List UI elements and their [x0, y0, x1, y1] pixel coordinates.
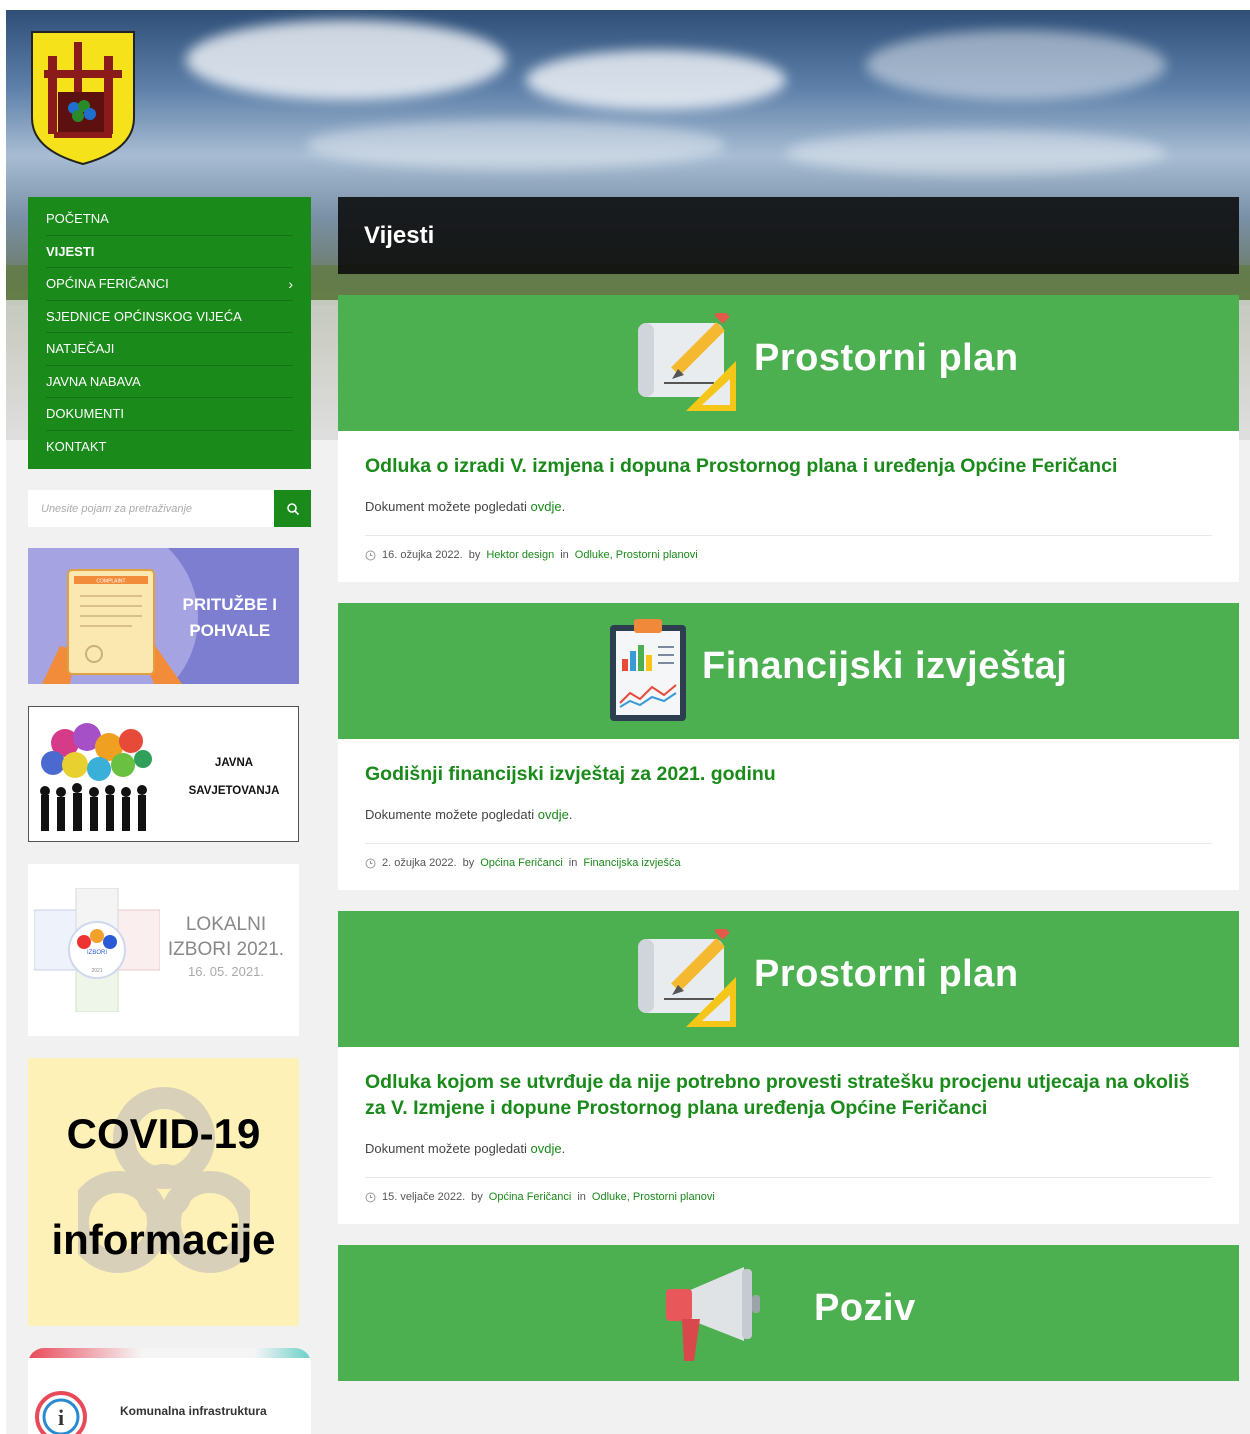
post-featured-image[interactable]: Poziv	[338, 1245, 1239, 1381]
nav-item-pocetna[interactable]: POČETNA	[46, 203, 293, 236]
post-excerpt: Dokument možete pogledati ovdje.	[365, 1141, 566, 1156]
banner-lokalni-line1: LOKALNI	[185, 914, 267, 935]
banner-lokalni-izbori[interactable]: IZBORI 2021 LOKALNI IZBORI 2021. 16. 05.…	[28, 864, 299, 1036]
post-featured-image[interactable]: Prostorni plan	[338, 295, 1239, 431]
post-categories-link[interactable]: Odluke, Prostorni planovi	[592, 1191, 715, 1203]
banner-prituzbe-pohvale[interactable]: COMPLAINT PRITUŽBE I POHVALE	[28, 548, 299, 684]
main-navigation: POČETNA VIJESTI OPĆINA FERIČANCI › SJEDNI…	[28, 197, 311, 469]
banner-prituzbe-line1: PRITUŽBE I	[182, 595, 277, 614]
post-author-link[interactable]: Hektor design	[486, 549, 554, 561]
blueprint-icon	[638, 929, 736, 1027]
clock-icon	[365, 550, 376, 560]
people-speech-bubbles-icon	[40, 723, 152, 831]
post-date: 16. ožujka 2022.	[382, 549, 463, 561]
post-excerpt: Dokument možete pogledati ovdje.	[365, 499, 566, 514]
banner-covid-line2: informacije	[51, 1216, 276, 1263]
post-meta: 15. veljače 2022. by Općina Feričanci in…	[365, 1177, 1212, 1224]
nav-item-javna-nabava[interactable]: JAVNA NABAVA	[46, 366, 293, 398]
clock-icon	[365, 858, 376, 868]
post: Poziv	[338, 1245, 1239, 1381]
post-image-label: Prostorni plan	[754, 337, 1019, 379]
post-document-link[interactable]: ovdje	[531, 1141, 562, 1156]
banner-komunalna-label: Komunalna infrastruktura	[120, 1404, 267, 1418]
post-featured-image[interactable]: Financijski izvještaj	[338, 603, 1239, 739]
nav-item-dokumenti[interactable]: DOKUMENTI	[46, 398, 293, 431]
svg-text:COMPLAINT: COMPLAINT	[96, 579, 125, 585]
post-meta: 2. ožujka 2022. by Općina Feričanci in F…	[365, 843, 1212, 890]
post-date: 15. veljače 2022.	[382, 1191, 466, 1203]
post: Financijski izvještaj Godišnji financijs…	[338, 603, 1239, 890]
main-content: Vijesti Prostorni plan Odluka o izradi V…	[338, 197, 1239, 1381]
post-categories-link[interactable]: Financijska izvješća	[583, 857, 680, 869]
post-title[interactable]: Godišnji financijski izvještaj za 2021. …	[365, 761, 1212, 787]
info-circle-icon: i	[35, 1391, 87, 1434]
banner-javna-line2: SAVJETOVANJA	[188, 785, 280, 797]
clock-icon	[365, 1192, 376, 1202]
post-author-link[interactable]: Općina Feričanci	[489, 1191, 572, 1203]
banner-prituzbe-line2: POHVALE	[189, 621, 271, 640]
search-button[interactable]	[274, 490, 311, 527]
post-document-link[interactable]: ovdje	[538, 807, 569, 822]
complaint-document-icon: COMPLAINT	[42, 569, 182, 684]
banner-komunalna-infrastruktura[interactable]: i Komunalna infrastruktura	[28, 1348, 311, 1434]
banner-lokalni-date: 16. 05. 2021.	[188, 964, 264, 979]
post-title[interactable]: Odluka kojom se utvrđuje da nije potrebn…	[365, 1069, 1212, 1121]
svg-text:i: i	[58, 1405, 64, 1430]
search-input[interactable]	[28, 490, 274, 527]
clipboard-chart-icon	[610, 619, 686, 721]
post-meta: 16. ožujka 2022. by Hektor design in Odl…	[365, 535, 1212, 582]
banner-javna-savjetovanja[interactable]: JAVNA SAVJETOVANJA	[28, 706, 299, 842]
page-title-bar: Vijesti	[338, 197, 1239, 274]
municipality-logo[interactable]	[28, 28, 138, 168]
post-featured-image[interactable]: Prostorni plan	[338, 911, 1239, 1047]
post-document-link[interactable]: ovdje	[531, 499, 562, 514]
search-form	[28, 490, 311, 527]
post-image-label: Prostorni plan	[754, 953, 1019, 995]
svg-text:2021: 2021	[91, 968, 102, 974]
banner-covid-19[interactable]: COVID-19 informacije	[28, 1058, 299, 1326]
sidebar: POČETNA VIJESTI OPĆINA FERIČANCI › SJEDNI…	[28, 197, 311, 1434]
nav-item-vijesti[interactable]: VIJESTI	[46, 236, 293, 268]
post-categories-link[interactable]: Odluke, Prostorni planovi	[575, 549, 698, 561]
ballot-badge-icon: IZBORI 2021	[34, 888, 160, 1012]
post-excerpt: Dokumente možete pogledati ovdje.	[365, 807, 573, 822]
nav-item-opcina-fericanci[interactable]: OPĆINA FERIČANCI ›	[46, 268, 293, 301]
megaphone-icon	[666, 1267, 760, 1361]
post-title[interactable]: Odluka o izradi V. izmjena i dopuna Pros…	[365, 453, 1212, 479]
svg-text:IZBORI: IZBORI	[87, 950, 107, 956]
chevron-right-icon: ›	[288, 275, 293, 292]
blueprint-icon	[638, 313, 736, 411]
post-image-label: Financijski izvještaj	[702, 645, 1068, 687]
page-title: Vijesti	[364, 221, 435, 249]
nav-item-sjednice[interactable]: SJEDNICE OPĆINSKOG VIJEĆA	[46, 301, 293, 333]
banner-lokalni-line2: IZBORI 2021.	[167, 939, 285, 960]
nav-item-kontakt[interactable]: KONTAKT	[46, 431, 293, 464]
post: Prostorni plan Odluka kojom se utvrđuje …	[338, 911, 1239, 1224]
page: POČETNA VIJESTI OPĆINA FERIČANCI › SJEDNI…	[6, 10, 1250, 1434]
search-icon	[286, 502, 299, 515]
post-author-link[interactable]: Općina Feričanci	[480, 857, 563, 869]
post: Prostorni plan Odluka o izradi V. izmjen…	[338, 295, 1239, 582]
banner-javna-line1: JAVNA	[214, 757, 254, 769]
nav-item-natjecaji[interactable]: NATJEČAJI	[46, 333, 293, 366]
banner-covid-line1: COVID-19	[66, 1110, 261, 1157]
post-date: 2. ožujka 2022.	[382, 857, 457, 869]
post-image-label: Poziv	[814, 1287, 916, 1329]
